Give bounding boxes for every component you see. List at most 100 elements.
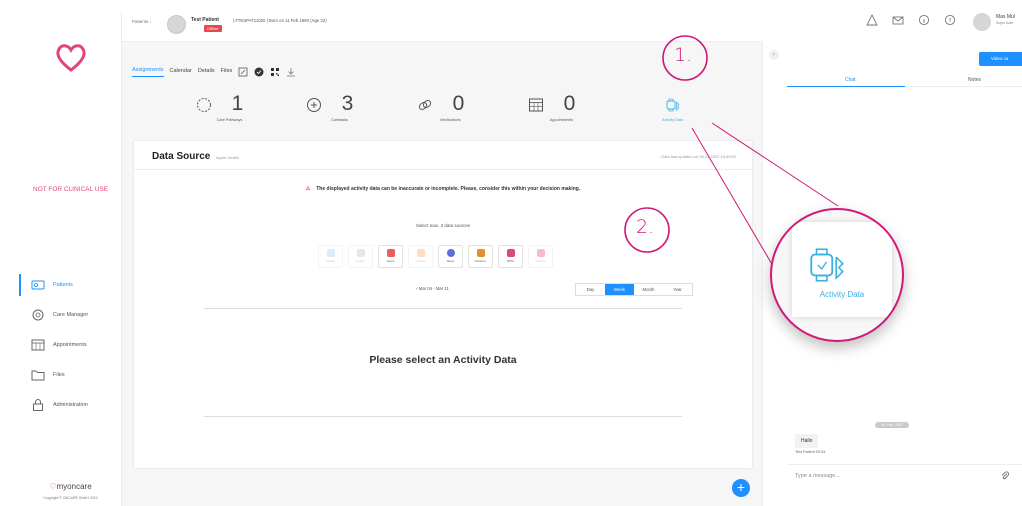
message-sender: Test Patient 09:34: [795, 450, 826, 454]
user-avatar[interactable]: [973, 13, 991, 31]
empty-state-message: Please select an Activity Data: [369, 354, 517, 366]
period-selector: Day Week Month Year: [575, 283, 693, 296]
sidebar-item-appointments[interactable]: Appointments: [19, 330, 122, 360]
add-button[interactable]: +: [732, 479, 750, 497]
not-for-clinical-use-label: NOT FOR CLINICAL USE: [32, 186, 109, 193]
paperclip-icon[interactable]: [1000, 471, 1010, 481]
pill-icon: [418, 100, 432, 110]
stat-label: Activity Data: [661, 118, 684, 122]
brand-name: ♡myoncare: [19, 482, 122, 491]
source-label: Weight: [325, 259, 336, 263]
sidebar-item-patients[interactable]: Patients: [19, 270, 122, 300]
assignment-stats: 1 Care Pathways 3 Caretasks 0 Medication…: [182, 92, 742, 132]
source-glucose[interactable]: Glucose: [528, 245, 553, 268]
chart-top-line: [204, 308, 682, 309]
period-day[interactable]: Day: [576, 284, 605, 295]
step-1-number: 1.: [674, 44, 693, 66]
steps-icon: [386, 249, 395, 257]
source-height[interactable]: Height: [348, 245, 373, 268]
header-icons: ?: [866, 14, 956, 26]
qr-code-icon[interactable]: [270, 67, 280, 77]
sidebar-item-care-manager[interactable]: Care Manager: [19, 300, 122, 330]
edit-icon[interactable]: [238, 67, 248, 77]
source-label: Sleep: [446, 259, 455, 263]
sidebar-item-label: Appointments: [53, 342, 87, 348]
source-label: BPM: [507, 259, 514, 263]
tab-files[interactable]: Files: [221, 68, 233, 77]
select-hint: Select max. 2 data sources: [415, 223, 471, 228]
stat-label: Appointments: [549, 118, 574, 122]
stat-label: Caretasks: [330, 118, 349, 122]
stat-care-pathways[interactable]: 1 Care Pathways: [182, 92, 277, 122]
runner-icon: [476, 249, 485, 257]
warning-text: The displayed activity data can be inacc…: [316, 186, 581, 192]
source-sleep[interactable]: Sleep: [438, 245, 463, 268]
source-label: Glucose: [534, 259, 546, 263]
tab-details[interactable]: Details: [198, 68, 215, 77]
tab-calendar[interactable]: Calendar: [170, 68, 192, 77]
source-label: Height: [356, 259, 365, 263]
height-icon: [356, 249, 365, 257]
source-weight[interactable]: Weight: [318, 245, 343, 268]
source-bpm[interactable]: BPM: [498, 245, 523, 268]
last-updated: Data last updated on 28.03.2022 15:49:52: [661, 154, 736, 159]
source-distance[interactable]: Distance: [468, 245, 493, 268]
video-call-button[interactable]: Video ca: [979, 52, 1022, 66]
video-call-label: Video ca: [991, 56, 1009, 61]
tab-notes[interactable]: Notes: [968, 77, 981, 83]
data-source-options: Weight Height Steps Calories Sleep Dista…: [318, 245, 553, 268]
source-calories[interactable]: Calories: [408, 245, 433, 268]
patient-name: Test Patient: [191, 17, 219, 23]
stat-label: Medications: [440, 118, 461, 122]
stat-label: Care Pathways: [216, 118, 243, 122]
sidebar-item-administration[interactable]: Administration: [19, 390, 122, 420]
period-week[interactable]: Week: [605, 284, 634, 295]
period-month[interactable]: Month: [634, 284, 663, 295]
patient-tabs: Assignments Calendar Details Files: [132, 67, 296, 77]
period-year[interactable]: Year: [663, 284, 692, 295]
brand-heart-icon: ♡: [49, 482, 57, 491]
care-pathway-icon: [197, 98, 211, 112]
sidebar-item-label: Care Manager: [53, 312, 89, 318]
care-manager-icon: [32, 309, 44, 321]
sidebar-item-files[interactable]: Files: [19, 360, 122, 390]
stat-medications[interactable]: 0 Medications: [403, 92, 498, 122]
source-label: Calories: [414, 259, 426, 263]
zoom-content: Activity Data: [792, 222, 892, 317]
step-2-number: 2.: [636, 216, 655, 238]
stat-appointments[interactable]: 0 Appointments: [514, 92, 609, 122]
calendar-grid-icon: [529, 98, 543, 112]
stat-caretasks[interactable]: 3 Caretasks: [292, 92, 387, 122]
patient-meta: | #TESPAT11020 | Born on 11 Feb 1990 (Ag…: [233, 18, 327, 23]
check-badge-icon[interactable]: [254, 67, 264, 77]
tab-chat[interactable]: Chat: [845, 77, 856, 83]
download-icon[interactable]: [286, 67, 296, 77]
data-source-card: Data Source Apple Health Data last updat…: [134, 141, 752, 468]
breadcrumb[interactable]: Patients ›: [132, 19, 151, 24]
drop-icon: [536, 249, 545, 257]
mail-icon[interactable]: [892, 14, 904, 26]
myoncare-logo-icon: [56, 44, 86, 72]
date-chip: 15. Feb. 2022: [875, 422, 909, 428]
smartwatch-bluetooth-icon: [666, 98, 680, 112]
date-range-nav[interactable]: ‹ Mar 04 - Mar 11: [416, 286, 449, 291]
source-steps[interactable]: Steps: [378, 245, 403, 268]
sleep-icon: [446, 249, 455, 257]
sidebar-item-label: Administration: [53, 402, 88, 408]
warning-icon[interactable]: [866, 14, 878, 26]
collapse-panel-button[interactable]: ›: [769, 50, 779, 60]
help-icon[interactable]: ?: [944, 14, 956, 26]
main-content: Assignments Calendar Details Files 1 Car…: [122, 42, 762, 506]
info-icon[interactable]: [918, 14, 930, 26]
stat-activity-data[interactable]: Activity Data: [625, 92, 720, 122]
caretask-icon: [307, 98, 321, 112]
chat-message: Hallo: [795, 434, 819, 448]
tab-assignments[interactable]: Assignments: [132, 67, 164, 77]
message-input[interactable]: Type a message...: [795, 473, 840, 479]
status-badge: Offline: [204, 25, 222, 32]
sidebar: NOT FOR CLINICAL USE Patients Care Manag…: [19, 12, 122, 506]
flame-icon: [416, 249, 425, 257]
card-title: Data Source: [152, 151, 211, 162]
heart-rate-icon: [506, 249, 515, 257]
patient-avatar: [167, 15, 186, 34]
